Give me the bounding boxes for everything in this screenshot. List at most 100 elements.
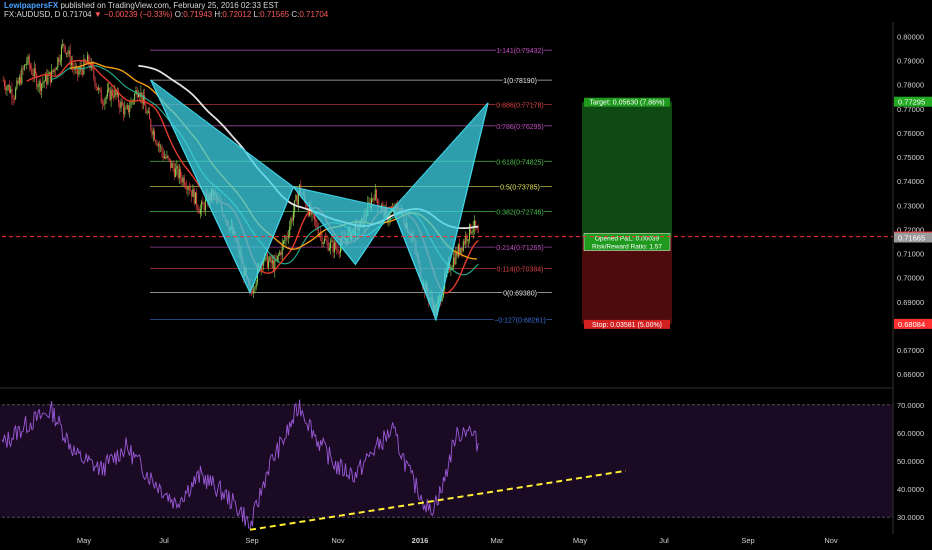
candle-body <box>53 68 55 73</box>
candle-body <box>63 43 65 46</box>
rsi-tick-label: 60.0000 <box>897 429 924 438</box>
candle-body <box>271 260 273 264</box>
candle-body <box>297 193 299 205</box>
price-tick-label: 0.80000 <box>897 32 924 41</box>
price-tick-label: 0.67000 <box>897 346 924 355</box>
candle-body <box>54 68 56 70</box>
candle-body <box>130 101 132 108</box>
candle-body <box>452 257 454 268</box>
rsi-tick-label: 70.0000 <box>897 401 924 410</box>
target-zone <box>582 101 672 238</box>
candle-body <box>11 89 13 98</box>
candle-body <box>462 241 464 251</box>
candle-body <box>155 140 157 143</box>
candle-body <box>461 247 463 251</box>
fib-level-label: 0.114(0.70384) <box>497 266 544 273</box>
candle-body <box>177 166 179 178</box>
candle-body <box>114 89 116 97</box>
price-tick-label: 0.74000 <box>897 177 924 186</box>
price-tick-label: 0.69000 <box>897 298 924 307</box>
candle-body <box>124 107 126 115</box>
candle-body <box>5 86 7 91</box>
candle-body <box>315 219 317 223</box>
date-tick-label: Nov <box>331 536 345 545</box>
risk-reward-label: Risk/Reward Ratio: 1.57 <box>592 244 662 251</box>
candle-body <box>198 210 200 214</box>
candle-body <box>180 169 182 178</box>
candle-body <box>191 190 193 197</box>
fib-level-label: 0(0.69380) <box>503 291 537 298</box>
candle-body <box>127 105 129 113</box>
fib-level-label: 0.382(0.72746) <box>496 209 543 216</box>
candle-body <box>106 89 108 97</box>
candle-body <box>22 68 24 70</box>
rsi-tick-label: 40.0000 <box>897 485 924 494</box>
candle-body <box>39 81 41 91</box>
candle-body <box>16 80 18 89</box>
candle-body <box>269 256 271 261</box>
candle-body <box>163 156 165 159</box>
candle-body <box>168 158 170 160</box>
candle-body <box>273 260 275 271</box>
candle-body <box>47 75 49 84</box>
candle-body <box>330 241 332 248</box>
rsi-pane <box>0 388 893 534</box>
fib-level-label: 0.886(0.77178) <box>496 103 543 110</box>
candle-body <box>282 240 284 244</box>
candle-body <box>464 241 466 244</box>
candle-body <box>289 226 291 236</box>
chart-canvas[interactable]: Target: 0.05630 (7.86%) Stop: 0.03581 (5.… <box>0 0 932 550</box>
candle-body <box>12 97 14 99</box>
candle-body <box>187 187 189 190</box>
candle-body <box>37 86 39 88</box>
candle-body <box>137 94 139 98</box>
candle-body <box>150 119 152 130</box>
candle-body <box>326 240 328 242</box>
candle-body <box>162 152 164 159</box>
candle-body <box>41 83 43 91</box>
candle-body <box>151 129 153 136</box>
candle-body <box>203 204 205 211</box>
date-tick-label: Jul <box>659 536 669 545</box>
candle-body <box>284 240 286 242</box>
candle-body <box>8 84 10 93</box>
candle-body <box>372 198 374 200</box>
candle-body <box>327 241 329 251</box>
candle-body <box>46 74 48 84</box>
candle-body <box>96 87 98 91</box>
rsi-tick-label: 30.0000 <box>897 513 924 522</box>
candle-body <box>61 46 63 61</box>
candle-body <box>287 235 289 238</box>
price-label: 0.71665 <box>898 234 925 243</box>
candle-body <box>20 76 22 84</box>
candle-body <box>32 74 34 76</box>
candle-body <box>193 188 195 204</box>
candle-body <box>335 242 337 249</box>
candle-body <box>172 163 174 169</box>
candle-body <box>72 62 74 67</box>
candle-body <box>171 163 173 168</box>
candle-body <box>338 252 340 254</box>
candle-body <box>477 229 479 233</box>
candle-body <box>202 201 204 205</box>
candle-body <box>120 101 122 109</box>
price-tick-label: 0.73000 <box>897 201 924 210</box>
candle-body <box>337 249 339 253</box>
candle-body <box>105 96 107 100</box>
candle-body <box>7 84 9 87</box>
fib-level-label: 0.786(0.76295) <box>496 124 543 131</box>
price-tick-label: 0.78000 <box>897 81 924 90</box>
date-tick-label: Nov <box>824 536 838 545</box>
candle-body <box>110 90 112 101</box>
candle-body <box>276 255 278 260</box>
candle-body <box>98 87 100 91</box>
candle-body <box>173 168 175 177</box>
candle-body <box>167 155 169 159</box>
candle-body <box>64 45 66 53</box>
date-tick-label: Sep <box>245 536 258 545</box>
candle-body <box>332 240 334 253</box>
candle-body <box>62 43 64 47</box>
candle-body <box>21 68 23 84</box>
candle-body <box>152 131 154 136</box>
candle-body <box>291 218 293 221</box>
